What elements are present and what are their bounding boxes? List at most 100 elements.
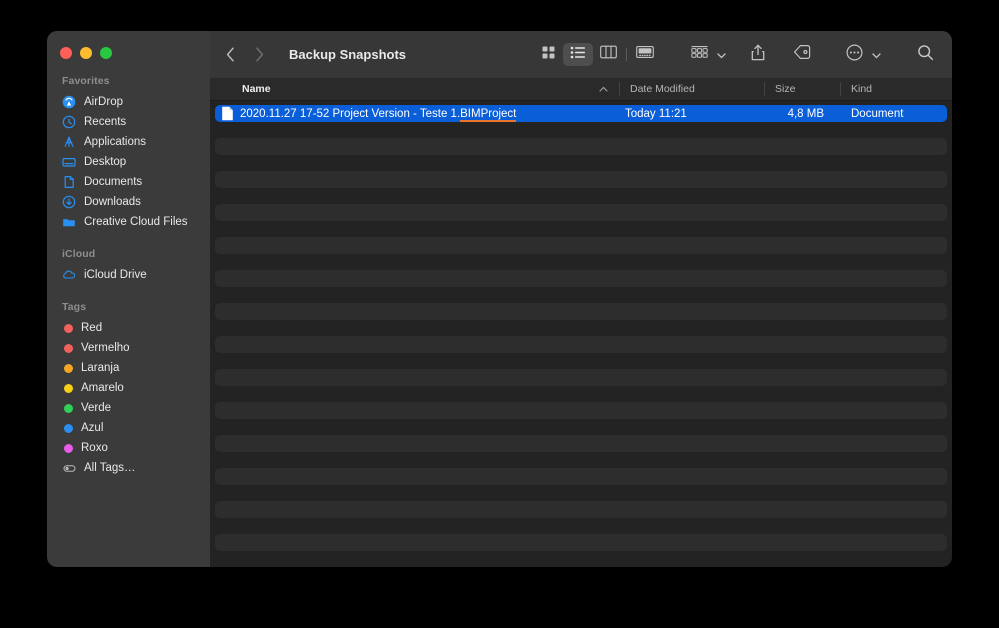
column-header-label: Name bbox=[242, 83, 271, 95]
close-button[interactable] bbox=[60, 47, 72, 59]
sidebar-item-tag-verde[interactable]: Verde bbox=[47, 398, 210, 418]
sidebar-section-favorites-label: Favorites bbox=[62, 75, 110, 87]
sidebar-item-label: Azul bbox=[81, 422, 104, 434]
column-header-name[interactable]: Name bbox=[210, 78, 619, 100]
empty-row[interactable] bbox=[215, 534, 947, 551]
add-tag-button[interactable] bbox=[789, 44, 815, 66]
more-button[interactable] bbox=[841, 43, 867, 66]
sidebar-item-label: Laranja bbox=[81, 362, 120, 374]
forward-button[interactable] bbox=[251, 44, 267, 66]
chevron-down-icon bbox=[717, 46, 726, 64]
table-row[interactable]: 2020.11.27 17-52 Project Version - Teste… bbox=[215, 105, 947, 122]
empty-row[interactable] bbox=[215, 270, 947, 287]
more-dropdown-chevron[interactable] bbox=[871, 44, 882, 66]
file-list[interactable]: 2020.11.27 17-52 Project Version - Teste… bbox=[210, 101, 952, 567]
sidebar-item-applications[interactable]: Applications bbox=[47, 132, 210, 152]
empty-row[interactable] bbox=[215, 171, 947, 188]
tag-dot-icon bbox=[64, 403, 73, 413]
group-by-dropdown-chevron[interactable] bbox=[716, 44, 727, 66]
empty-row[interactable] bbox=[215, 435, 947, 452]
column-divider[interactable] bbox=[840, 82, 841, 96]
share-icon bbox=[751, 44, 765, 66]
spellcheck-underline bbox=[460, 120, 517, 122]
file-name-extension: BIMProject bbox=[460, 107, 517, 120]
back-button[interactable] bbox=[222, 44, 238, 66]
sidebar-section-tags-label: Tags bbox=[62, 301, 87, 313]
tag-dot-icon bbox=[64, 323, 73, 333]
sidebar-item-label: AirDrop bbox=[84, 96, 123, 108]
sidebar-item-tag-laranja[interactable]: Laranja bbox=[47, 358, 210, 378]
column-header-label: Size bbox=[775, 83, 796, 95]
group-by-control[interactable] bbox=[686, 44, 727, 66]
sidebar-item-airdrop[interactable]: AirDrop bbox=[47, 92, 210, 112]
gallery-view-button[interactable] bbox=[630, 43, 660, 66]
maximize-button[interactable] bbox=[100, 47, 112, 59]
window-controls bbox=[47, 31, 210, 69]
column-view-button[interactable] bbox=[593, 43, 623, 66]
document-icon bbox=[62, 175, 76, 189]
icon-view-button[interactable] bbox=[533, 43, 563, 66]
clock-icon bbox=[62, 115, 76, 129]
empty-row[interactable] bbox=[215, 237, 947, 254]
share-button[interactable] bbox=[745, 44, 771, 66]
sidebar-item-creative-cloud-files[interactable]: Creative Cloud Files bbox=[47, 212, 210, 232]
sidebar-item-tag-amarelo[interactable]: Amarelo bbox=[47, 378, 210, 398]
empty-row[interactable] bbox=[215, 204, 947, 221]
sidebar-item-label: Amarelo bbox=[81, 382, 124, 394]
grid-icon bbox=[541, 45, 556, 65]
columns-icon bbox=[599, 45, 617, 64]
column-header-kind[interactable]: Kind bbox=[840, 78, 952, 100]
file-name-base: 2020.11.27 17-52 Project Version - Teste… bbox=[240, 107, 461, 120]
empty-row[interactable] bbox=[215, 501, 947, 518]
sidebar-item-label: Desktop bbox=[84, 156, 127, 168]
sidebar-item-tag-roxo[interactable]: Roxo bbox=[47, 438, 210, 458]
sidebar-item-documents[interactable]: Documents bbox=[47, 172, 210, 192]
list-view-button[interactable] bbox=[563, 43, 593, 66]
sidebar-item-tag-vermelho[interactable]: Vermelho bbox=[47, 338, 210, 358]
column-header-label: Kind bbox=[851, 83, 873, 95]
column-header-label: Date Modified bbox=[630, 83, 695, 95]
folder-icon bbox=[62, 215, 76, 229]
empty-row[interactable] bbox=[215, 369, 947, 386]
column-divider[interactable] bbox=[764, 82, 765, 96]
empty-row[interactable] bbox=[215, 468, 947, 485]
sidebar-item-desktop[interactable]: Desktop bbox=[47, 152, 210, 172]
all-tags-icon bbox=[62, 462, 76, 475]
group-by-button[interactable] bbox=[686, 44, 712, 66]
sidebar-item-downloads[interactable]: Downloads bbox=[47, 192, 210, 212]
empty-row[interactable] bbox=[215, 336, 947, 353]
sidebar-item-tag-red[interactable]: Red bbox=[47, 318, 210, 338]
applications-icon bbox=[62, 135, 76, 149]
page-title: Backup Snapshots bbox=[289, 47, 407, 62]
sidebar-item-label: iCloud Drive bbox=[84, 269, 147, 281]
sidebar-item-all-tags[interactable]: All Tags… bbox=[47, 458, 210, 478]
sidebar-item-icloud-drive[interactable]: iCloud Drive bbox=[47, 265, 210, 285]
toolbar: Backup Snapshots bbox=[210, 31, 952, 78]
cell-date-modified: Today 11:21 bbox=[625, 107, 687, 120]
column-header-date-modified[interactable]: Date Modified bbox=[619, 78, 764, 100]
column-headers: Name Date Modified Size Kind bbox=[210, 78, 952, 101]
search-button[interactable] bbox=[912, 44, 938, 66]
column-divider[interactable] bbox=[619, 82, 620, 96]
airdrop-icon bbox=[62, 95, 76, 109]
minimize-button[interactable] bbox=[80, 47, 92, 59]
gallery-icon bbox=[636, 45, 654, 64]
empty-row[interactable] bbox=[215, 138, 947, 155]
navigation-buttons bbox=[222, 44, 267, 66]
column-header-size[interactable]: Size bbox=[764, 78, 840, 100]
sidebar-item-recents[interactable]: Recents bbox=[47, 112, 210, 132]
segment-divider bbox=[626, 48, 627, 61]
sidebar-item-label: Recents bbox=[84, 116, 127, 128]
sidebar-item-label: All Tags… bbox=[84, 462, 136, 474]
more-actions-control[interactable] bbox=[841, 43, 882, 66]
sidebar: Favorites AirDrop Recents Applications D… bbox=[47, 31, 210, 567]
cell-kind: Document bbox=[851, 107, 904, 120]
empty-row[interactable] bbox=[215, 303, 947, 320]
view-mode-segmented-control bbox=[533, 43, 660, 66]
tag-icon bbox=[793, 44, 811, 65]
desktop-icon bbox=[62, 155, 76, 169]
tag-dot-icon bbox=[64, 343, 73, 353]
tag-dot-icon bbox=[64, 443, 73, 453]
empty-row[interactable] bbox=[215, 402, 947, 419]
sidebar-item-tag-azul[interactable]: Azul bbox=[47, 418, 210, 438]
